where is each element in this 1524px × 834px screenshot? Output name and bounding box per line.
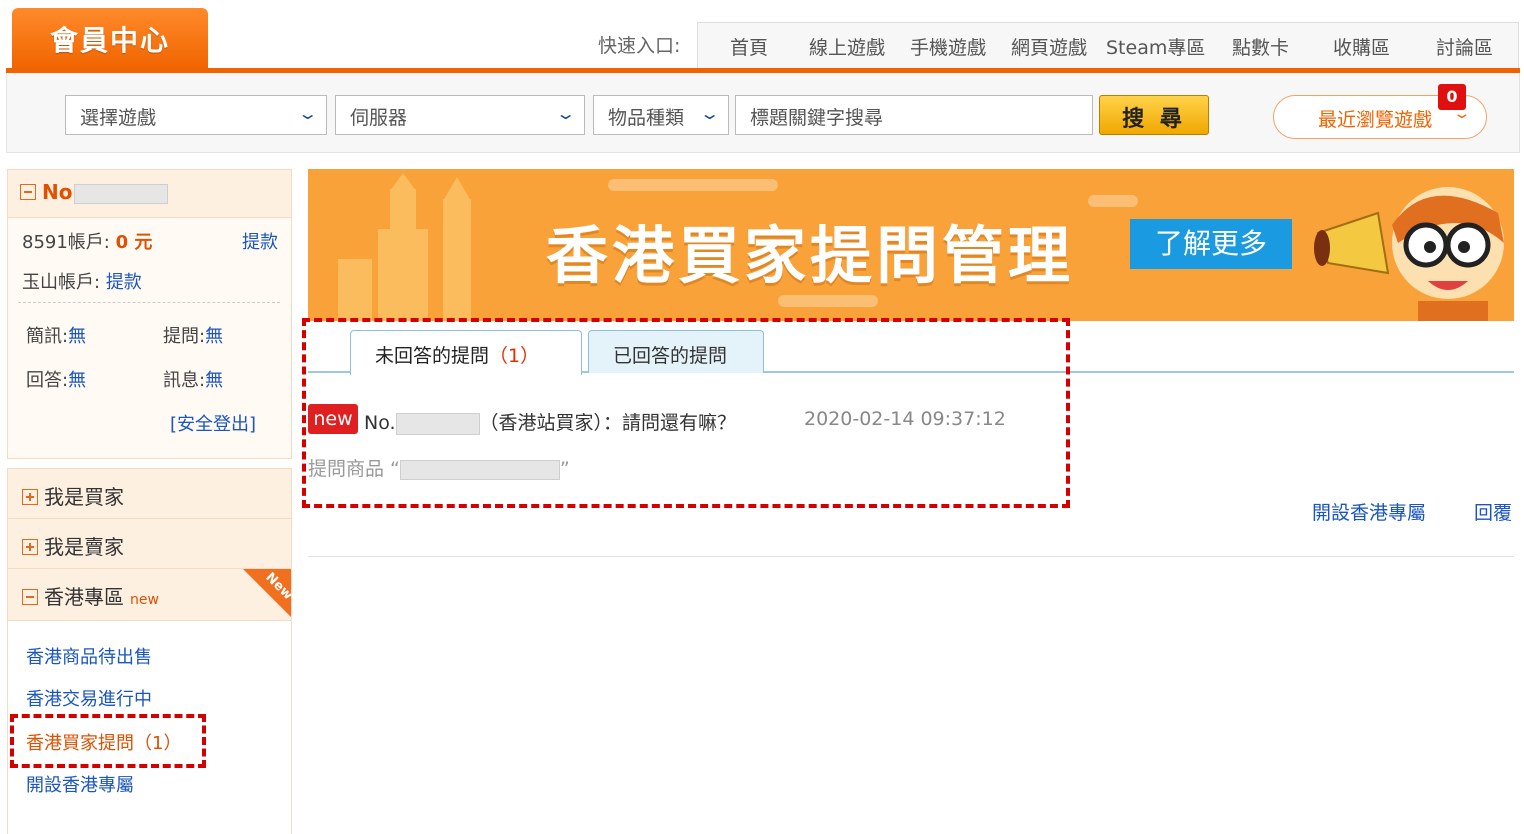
menu-seller-label: 我是賣家 xyxy=(44,535,124,559)
yushan-row: 玉山帳戶: 提款 xyxy=(22,268,142,294)
highlight-box xyxy=(10,714,206,768)
menu-buyer[interactable]: 我是買家 xyxy=(8,469,291,519)
chevron-down-icon: ⌄ xyxy=(296,104,319,123)
message-row: 訊息:無 xyxy=(163,366,223,392)
new-ribbon-text: New xyxy=(262,569,291,604)
yushan-label: 玉山帳戶: xyxy=(22,272,101,293)
balance-row: 8591帳戶: 0 元 xyxy=(22,228,152,254)
ask-value[interactable]: 無 xyxy=(205,326,223,347)
chevron-down-icon: ⌄ xyxy=(554,104,577,123)
expand-icon xyxy=(22,539,38,555)
content-divider xyxy=(308,556,1514,557)
sms-label: 簡訊: xyxy=(26,326,69,347)
yushan-withdraw-link[interactable]: 提款 xyxy=(106,272,142,293)
account-panel: No 8591帳戶: 0 元 提款 玉山帳戶: 提款 簡訊:無 提問:無 回答:… xyxy=(7,169,292,459)
server-select-label: 伺服器 xyxy=(350,107,408,129)
decor xyxy=(608,179,778,191)
logout-link[interactable]: [安全登出] xyxy=(170,410,256,436)
message-value[interactable]: 無 xyxy=(205,370,223,391)
menu-hk-zone-label: 香港專區 xyxy=(44,585,124,609)
reply-row: 回答:無 xyxy=(26,366,86,392)
ask-row: 提問:無 xyxy=(163,322,223,348)
recent-count-badge: 0 xyxy=(1438,84,1466,110)
hk-trades-in-progress[interactable]: 香港交易進行中 xyxy=(26,685,152,711)
nav-online-games[interactable]: 線上遊戲 xyxy=(809,33,885,60)
message-label: 訊息: xyxy=(163,370,206,391)
hk-open-exclusive[interactable]: 開設香港專屬 xyxy=(26,771,134,797)
reply-value[interactable]: 無 xyxy=(68,370,86,391)
expand-icon xyxy=(22,489,38,505)
divider xyxy=(18,302,280,303)
withdraw-link[interactable]: 提款 xyxy=(242,228,278,254)
item-type-select[interactable]: 物品種類 ⌄ xyxy=(593,95,729,135)
sms-value[interactable]: 無 xyxy=(68,326,86,347)
nav-purchase[interactable]: 收購區 xyxy=(1333,33,1390,60)
sms-row: 簡訊:無 xyxy=(26,322,86,348)
item-type-select-label: 物品種類 xyxy=(608,107,685,129)
nav-home[interactable]: 首頁 xyxy=(730,33,768,60)
nav-forum[interactable]: 討論區 xyxy=(1436,33,1493,60)
open-hk-exclusive-link[interactable]: 開設香港專屬 xyxy=(1312,498,1426,525)
city-skyline-icon xyxy=(338,173,471,321)
member-center-tab[interactable]: 會員中心 xyxy=(12,8,208,70)
highlight-box xyxy=(302,318,1070,508)
decor xyxy=(1088,195,1138,207)
top-navigation: 首頁 線上遊戲 手機遊戲 網頁遊戲 Steam專區 點數卡 收購區 討論區 xyxy=(697,22,1519,68)
hk-banner[interactable]: 香港買家提問管理 了解更多 xyxy=(308,169,1514,321)
redacted-user-id xyxy=(74,183,169,204)
banner-title: 香港買家提問管理 xyxy=(546,219,1075,292)
server-select[interactable]: 伺服器 ⌄ xyxy=(335,95,585,135)
user-id: No xyxy=(42,180,73,204)
account-header[interactable]: No xyxy=(8,170,291,218)
quick-entry-label: 快速入口: xyxy=(598,35,681,57)
decor xyxy=(778,295,878,307)
recent-games-label: 最近瀏覽遊戲 xyxy=(1318,109,1433,131)
collapse-icon xyxy=(20,184,36,200)
nav-web-games[interactable]: 網頁遊戲 xyxy=(1011,33,1087,60)
nav-steam[interactable]: Steam專區 xyxy=(1106,33,1205,60)
menu-buyer-label: 我是買家 xyxy=(44,485,124,509)
balance-value: 0 元 xyxy=(115,232,153,253)
hk-items-for-sale[interactable]: 香港商品待出售 xyxy=(26,643,152,669)
chevron-down-icon: ⌄ xyxy=(698,104,721,123)
collapse-icon xyxy=(22,589,38,605)
new-ribbon: New xyxy=(243,569,291,617)
new-label: new xyxy=(130,592,159,608)
side-menu: 我是買家 我是賣家 香港專區 new New 香港商品待出售 香港交易進行中 香港… xyxy=(7,468,292,834)
game-select-label: 選擇遊戲 xyxy=(80,107,157,129)
search-bar: 選擇遊戲 ⌄ 伺服器 ⌄ 物品種類 ⌄ 標題關鍵字搜尋 搜 尋 最近瀏覽遊戲 ⌄ xyxy=(6,73,1520,153)
reply-link[interactable]: 回覆 xyxy=(1474,498,1512,525)
menu-seller[interactable]: 我是賣家 xyxy=(8,519,291,569)
nav-point-card[interactable]: 點數卡 xyxy=(1232,33,1289,60)
ask-label: 提問: xyxy=(163,326,206,347)
balance-label: 8591帳戶: xyxy=(22,232,110,253)
mascot-megaphone-icon xyxy=(1314,187,1504,321)
game-select[interactable]: 選擇遊戲 ⌄ xyxy=(65,95,327,135)
search-button[interactable]: 搜 尋 xyxy=(1099,95,1209,135)
reply-label: 回答: xyxy=(26,370,69,391)
nav-mobile-games[interactable]: 手機遊戲 xyxy=(910,33,986,60)
keyword-search-input[interactable]: 標題關鍵字搜尋 xyxy=(735,95,1093,135)
menu-hk-zone[interactable]: 香港專區 new New xyxy=(8,569,291,621)
learn-more-button[interactable]: 了解更多 xyxy=(1130,219,1292,269)
